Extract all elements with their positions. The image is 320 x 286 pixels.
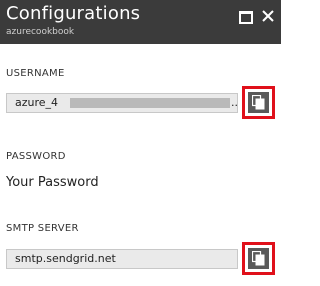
username-field[interactable]: azure_4 .. <box>6 93 238 113</box>
smtp-server-value: smtp.sendgrid.net <box>15 252 116 265</box>
username-label: USERNAME <box>6 68 65 79</box>
copy-smtp-icon-bg <box>248 248 269 269</box>
copy-username-button[interactable] <box>242 86 275 119</box>
close-icon <box>262 10 274 22</box>
smtp-server-field[interactable]: smtp.sendgrid.net <box>6 249 238 269</box>
maximize-button[interactable] <box>237 8 253 24</box>
copy-username-icon-bg <box>248 92 269 113</box>
copy-icon <box>252 251 265 266</box>
blade-header: Configurations azurecookbook <box>0 0 281 44</box>
maximize-icon <box>239 11 253 24</box>
username-ellipsis: .. <box>231 96 238 109</box>
redacted-text <box>70 98 230 108</box>
blade-title: Configurations <box>6 3 141 24</box>
password-value: Your Password <box>6 175 99 190</box>
username-value: azure_4 <box>15 96 59 109</box>
copy-smtp-server-button[interactable] <box>242 242 275 275</box>
smtp-server-label: SMTP SERVER <box>6 223 79 234</box>
copy-icon <box>252 95 265 110</box>
blade-subtitle: azurecookbook <box>6 27 75 37</box>
close-button[interactable] <box>260 8 276 24</box>
password-label: PASSWORD <box>6 151 66 162</box>
